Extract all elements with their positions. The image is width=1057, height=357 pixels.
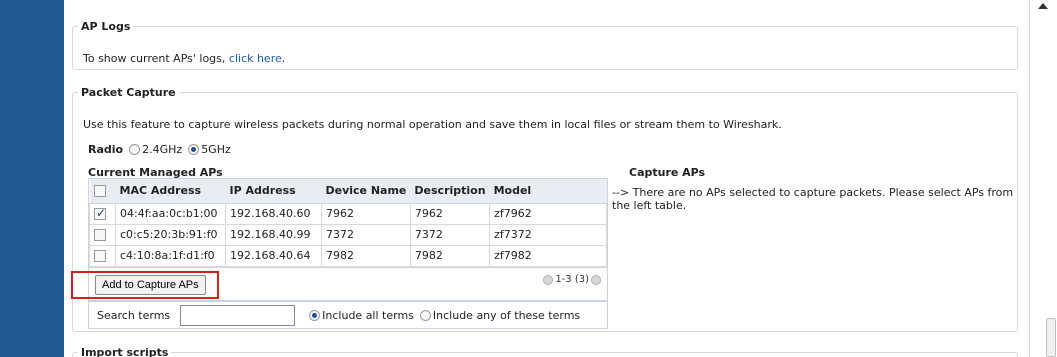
col-mac-address[interactable]: MAC Address <box>115 179 226 204</box>
col-ip-address[interactable]: IP Address <box>225 179 322 204</box>
table-row[interactable]: 04:4f:aa:0c:b1:00 192.168.40.60 7962 796… <box>89 202 607 225</box>
search-row: Search terms Include all terms Include a… <box>88 301 608 329</box>
col-model[interactable]: Model <box>489 179 607 204</box>
highlight-box <box>71 271 219 299</box>
search-label: Search terms <box>97 308 171 322</box>
row-checkbox-cell <box>89 223 116 246</box>
row-checkbox[interactable] <box>94 229 106 241</box>
capture-aps-label: Capture APs <box>629 166 706 179</box>
scroll-thumb[interactable] <box>1046 318 1056 357</box>
managed-aps-table: MAC Address IP Address Device Name Descr… <box>88 178 608 268</box>
row-checkbox-cell <box>89 244 116 267</box>
ap-logs-prefix: To show current APs' logs, <box>83 52 229 65</box>
vertical-scrollbar[interactable] <box>1029 0 1057 357</box>
radio-5ghz[interactable] <box>188 144 200 155</box>
radio-include-all-label: Include all terms <box>322 308 414 322</box>
cell-mac: 04:4f:aa:0c:b1:00 <box>115 202 226 225</box>
radio-2-4ghz[interactable] <box>129 144 141 155</box>
row-checkbox-cell <box>89 202 116 225</box>
select-all-checkbox[interactable] <box>93 185 106 198</box>
cell-device-name: 7372 <box>321 223 411 246</box>
pager-text: 1-3 (3) <box>555 274 589 285</box>
search-input[interactable] <box>180 304 296 326</box>
radio-band-group: Radio 2.4GHz 5GHz <box>88 143 231 156</box>
no-capture-aps-message: --> There are no APs selected to capture… <box>612 186 1014 212</box>
cell-device-name: 7982 <box>321 244 411 267</box>
cell-ip: 192.168.40.99 <box>225 223 322 246</box>
packet-capture-description: Use this feature to capture wireless pac… <box>83 118 782 131</box>
col-device-name[interactable]: Device Name <box>321 179 411 204</box>
row-checkbox[interactable] <box>94 250 106 262</box>
radio-include-all[interactable] <box>309 309 321 321</box>
cell-description: 7372 <box>409 223 491 246</box>
ap-logs-suffix: . <box>281 52 286 65</box>
prev-page-icon[interactable] <box>543 274 554 285</box>
cell-model: zf7372 <box>489 223 607 246</box>
table-row[interactable]: c0:c5:20:3b:91:f0 192.168.40.99 7372 737… <box>89 223 607 246</box>
cell-ip: 192.168.40.60 <box>225 202 322 225</box>
cell-model: zf7982 <box>489 244 607 267</box>
import-scripts-legend: Import scripts <box>81 346 169 357</box>
table-header-row: MAC Address IP Address Device Name Descr… <box>89 179 607 204</box>
scroll-up-arrow-icon[interactable] <box>1038 3 1048 9</box>
next-page-icon[interactable] <box>591 274 601 285</box>
radio-include-any[interactable] <box>419 309 431 321</box>
pager: 1-3 (3) <box>543 274 601 285</box>
cell-description: 7962 <box>409 202 491 225</box>
cell-device-name: 7962 <box>321 202 411 225</box>
main-content: AP Logs To show current APs' logs, click… <box>64 0 1029 357</box>
ap-logs-text: To show current APs' logs, click here. <box>83 52 285 65</box>
ap-logs-link[interactable]: click here <box>229 52 282 65</box>
cell-mac: c0:c5:20:3b:91:f0 <box>115 223 226 246</box>
cell-model: zf7962 <box>489 202 607 225</box>
select-all-cell <box>89 179 116 204</box>
cell-ip: 192.168.40.64 <box>225 244 322 267</box>
ap-logs-legend: AP Logs <box>81 20 131 33</box>
cell-description: 7982 <box>409 244 491 267</box>
left-sidebar-bar <box>0 0 64 357</box>
cell-mac: c4:10:8a:1f:d1:f0 <box>115 244 226 267</box>
radio-2-4ghz-label: 2.4GHz <box>142 143 183 156</box>
radio-include-any-label: Include any of these terms <box>432 308 581 322</box>
import-scripts-section: Import scripts <box>72 346 1018 357</box>
table-row[interactable]: c4:10:8a:1f:d1:f0 192.168.40.64 7982 798… <box>89 244 607 267</box>
packet-capture-legend: Packet Capture <box>81 86 176 99</box>
row-checkbox[interactable] <box>94 206 106 220</box>
radio-label: Radio <box>88 143 124 156</box>
radio-5ghz-label: 5GHz <box>201 143 231 156</box>
col-description[interactable]: Description <box>410 179 490 204</box>
